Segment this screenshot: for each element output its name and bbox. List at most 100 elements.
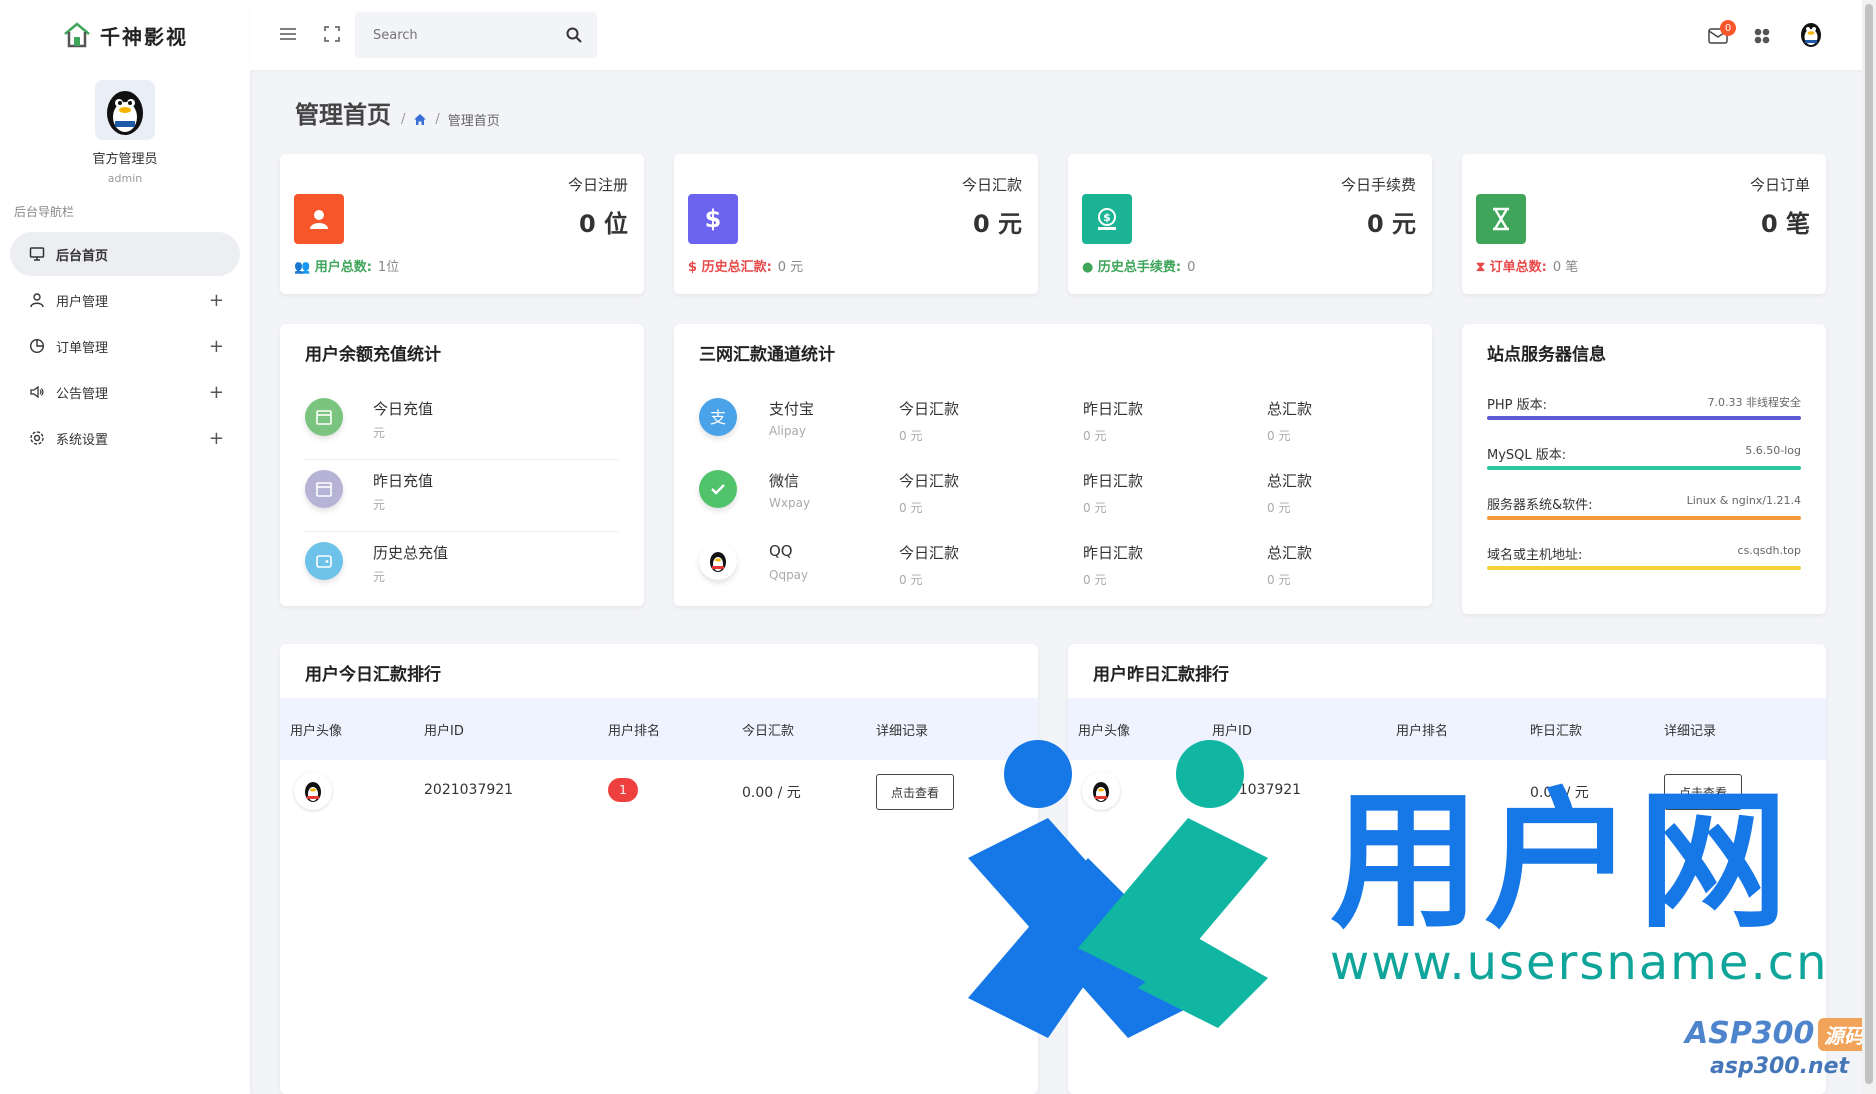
topbar: 0 <box>250 0 1876 70</box>
svg-text:支: 支 <box>710 408 726 427</box>
avatar <box>1082 772 1120 810</box>
stat-value: 0 元 <box>972 210 1022 238</box>
mail-badge: 0 <box>1720 20 1736 36</box>
search-box <box>355 12 597 58</box>
expand-plus-icon[interactable]: + <box>209 428 224 449</box>
view-details-button[interactable]: 点击查看 <box>876 774 954 810</box>
sidebar-item-label: 公告管理 <box>56 386 109 402</box>
card-title: 用户昨日汇款排行 <box>1093 665 1229 685</box>
sidebar-item-settings[interactable]: 系统设置 + <box>10 416 240 460</box>
calendar-icon <box>305 398 343 436</box>
breadcrumb-current: 管理首页 <box>447 114 500 129</box>
stat-label: 今日汇款 <box>961 176 1022 194</box>
progress-bar <box>1487 466 1801 470</box>
list-item: QQ Qqpay 今日汇款 0 元 昨日汇款 0 元 总汇款 0 元 <box>699 532 1407 604</box>
scrollbar[interactable] <box>1862 0 1876 1094</box>
home-icon[interactable] <box>413 113 427 126</box>
rank-today-card: 用户今日汇款排行 用户头像 用户ID 用户排名 今日汇款 详细记录 202103… <box>280 644 1038 1094</box>
stat-card-fee: 今日手续费 0 元 $ ● 历史总手续费: 0 <box>1068 154 1432 294</box>
card-title: 站点服务器信息 <box>1487 345 1606 365</box>
stat-card-orders: 今日订单 0 笔 ⧗ 订单总数: 0 笔 <box>1462 154 1826 294</box>
nav-title: 后台导航栏 <box>14 205 75 219</box>
stat-value: 0 位 <box>578 210 628 238</box>
card-title: 三网汇款通道统计 <box>699 345 835 365</box>
user-icon <box>28 291 46 309</box>
sidebar-item-orders[interactable]: 订单管理 + <box>10 324 240 368</box>
card-title: 用户余额充值统计 <box>305 345 441 365</box>
list-item: 支 支付宝 Alipay 今日汇款 0 元 昨日汇款 0 元 总汇款 0 元 <box>699 388 1407 460</box>
stat-label: 今日订单 <box>1749 176 1810 194</box>
apps-icon[interactable] <box>1752 26 1772 46</box>
list-item: 域名或主机地址: cs.qsdh.top <box>1487 544 1801 594</box>
page-title: 管理首页 <box>295 101 391 129</box>
card-title: 用户今日汇款排行 <box>305 665 441 685</box>
penguin-icon <box>107 91 143 135</box>
search-input[interactable] <box>355 12 545 58</box>
sidebar-item-dashboard[interactable]: 后台首页 <box>10 232 240 276</box>
stat-footer: 👥 用户总数: 1位 <box>294 260 400 275</box>
watermark-url: www.usersname.cn <box>1330 935 1829 991</box>
monitor-icon <box>28 245 46 263</box>
progress-bar <box>1487 566 1801 570</box>
list-item: 微信 Wxpay 今日汇款 0 元 昨日汇款 0 元 总汇款 0 元 <box>699 460 1407 532</box>
table-header: 用户头像 用户ID 用户排名 今日汇款 详细记录 <box>280 698 1038 760</box>
brand[interactable]: 千神影视 <box>0 0 250 70</box>
stat-value: 0 笔 <box>1760 210 1810 238</box>
wallet-icon <box>305 542 343 580</box>
qq-penguin-icon <box>699 542 737 580</box>
table-row: 2021037921 1 0.00 / 元 点击查看 <box>280 760 1038 824</box>
pie-chart-icon <box>28 337 46 355</box>
list-item: 昨日充值 元 <box>305 460 619 532</box>
gear-icon <box>28 429 46 447</box>
svg-text:$: $ <box>1103 211 1111 224</box>
stat-card-remittance: 今日汇款 0 元 $ $ 历史总汇款: 0 元 <box>674 154 1038 294</box>
watermark-text: 用户网 <box>1330 775 1793 949</box>
watermark-asp-url: asp300.net <box>1710 1054 1850 1079</box>
page-header: 管理首页 / / 管理首页 <box>295 95 500 130</box>
stat-card-register: 今日注册 0 位 👥 用户总数: 1位 <box>280 154 644 294</box>
menu-icon[interactable] <box>278 24 298 44</box>
scrollbar-thumb[interactable] <box>1865 4 1873 1084</box>
sidebar-item-notices[interactable]: 公告管理 + <box>10 370 240 414</box>
recharge-card: 用户余额充值统计 今日充值 元 昨日充值 元 历史总充值 元 <box>280 324 644 606</box>
server-card: 站点服务器信息 PHP 版本: 7.0.33 非线程安全 MySQL 版本: 5.6… <box>1462 324 1826 614</box>
avatar[interactable] <box>95 80 155 140</box>
stat-footer: ⧗ 订单总数: 0 笔 <box>1476 260 1579 275</box>
avatar <box>294 772 332 810</box>
search-icon[interactable] <box>565 26 583 44</box>
profile: 官方管理员 admin <box>0 80 250 185</box>
list-item: 今日充值 元 <box>305 388 619 460</box>
stat-footer: ● 历史总手续费: 0 <box>1082 260 1196 275</box>
expand-plus-icon[interactable]: + <box>209 290 224 311</box>
profile-name: 官方管理员 <box>92 152 158 167</box>
calendar-icon <box>305 470 343 508</box>
sidebar-item-label: 订单管理 <box>56 340 109 356</box>
channels-card: 三网汇款通道统计 支 支付宝 Alipay 今日汇款 0 元 昨日汇款 0 元 总汇… <box>674 324 1432 606</box>
sidebar-item-label: 系统设置 <box>56 432 109 448</box>
stat-footer: $ 历史总汇款: 0 元 <box>688 260 804 275</box>
alipay-icon: 支 <box>699 398 737 436</box>
progress-bar <box>1487 516 1801 520</box>
stat-label: 今日手续费 <box>1340 176 1416 194</box>
sidebar: 千神影视 官方管理员 admin 后台导航栏 后台首页 用户管理 + 订单管理 … <box>0 0 250 1094</box>
expand-plus-icon[interactable]: + <box>209 336 224 357</box>
profile-role: admin <box>107 172 143 185</box>
list-item: MySQL 版本: 5.6.50-log <box>1487 444 1801 494</box>
wechat-icon <box>699 470 737 508</box>
svg-text:$: $ <box>705 205 722 233</box>
list-item: 历史总充值 元 <box>305 532 619 604</box>
brand-name: 千神影视 <box>100 24 188 49</box>
hourglass-icon <box>1476 194 1526 244</box>
breadcrumb: / / 管理首页 <box>401 112 500 129</box>
users-icon: 👥 <box>294 260 315 275</box>
list-item: PHP 版本: 7.0.33 非线程安全 <box>1487 394 1801 444</box>
rank-badge: 1 <box>608 778 638 802</box>
fullscreen-icon[interactable] <box>322 24 342 44</box>
user-avatar[interactable] <box>1796 18 1826 48</box>
mail-icon[interactable]: 0 <box>1708 20 1736 46</box>
progress-bar <box>1487 416 1801 420</box>
user-icon <box>294 194 344 244</box>
stat-value: 0 元 <box>1366 210 1416 238</box>
sidebar-item-users[interactable]: 用户管理 + <box>10 278 240 322</box>
expand-plus-icon[interactable]: + <box>209 382 224 403</box>
